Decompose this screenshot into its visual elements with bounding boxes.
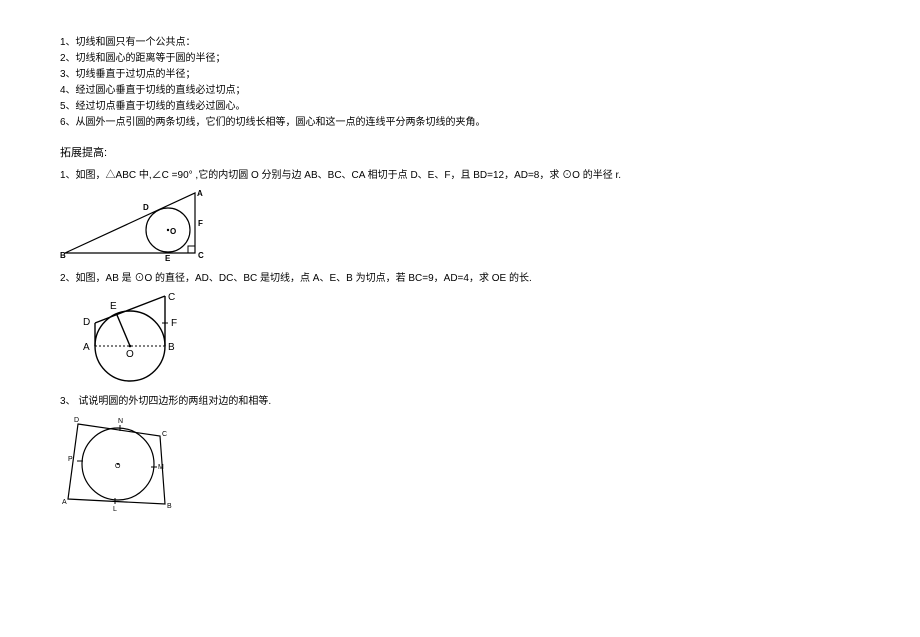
label-B: B	[168, 342, 175, 353]
property-item: 6、从圆外一点引圆的两条切线，它们的切线长相等，圆心和这一点的连线平分两条切线的…	[60, 115, 920, 131]
label-F: F	[198, 219, 203, 228]
property-item: 3、切线垂直于过切点的半径；	[60, 67, 920, 83]
label-A: A	[197, 189, 203, 198]
label-B: B	[167, 503, 172, 510]
label-O: O	[170, 227, 176, 236]
label-B: B	[60, 251, 66, 260]
label-D: D	[83, 317, 90, 328]
label-A: A	[62, 499, 67, 506]
problem-2: 2、如图，AB 是 ⊙O 的直径，AD、DC、BC 是切线，点 A、E、B 为切…	[60, 271, 920, 386]
label-O: O	[115, 463, 121, 470]
label-D: D	[74, 417, 79, 424]
problem-3: 3、 试说明圆的外切四边形的两组对边的和相等. D C B A N M L P …	[60, 394, 920, 514]
problem-1-text: 1、如图，△ABC 中,∠C =90° ,它的内切圆 O 分别与边 AB、BC、…	[60, 168, 920, 184]
property-item: 5、经过切点垂直于切线的直线必过圆心。	[60, 99, 920, 115]
label-P: P	[68, 456, 73, 463]
problem-3-text: 3、 试说明圆的外切四边形的两组对边的和相等.	[60, 394, 920, 410]
label-M: M	[158, 464, 164, 471]
problem-3-figure: D C B A N M L P O	[60, 414, 920, 514]
problem-2-figure: A B C D E F O	[60, 291, 920, 386]
problem-1: 1、如图，△ABC 中,∠C =90° ,它的内切圆 O 分别与边 AB、BC、…	[60, 168, 920, 263]
property-item: 2、切线和圆心的距离等于圆的半径；	[60, 51, 920, 67]
label-C: C	[168, 292, 175, 303]
problem-2-text: 2、如图，AB 是 ⊙O 的直径，AD、DC、BC 是切线，点 A、E、B 为切…	[60, 271, 920, 287]
section-title: 拓展提高:	[60, 145, 920, 163]
tangent-properties-list: 1、切线和圆只有一个公共点： 2、切线和圆心的距离等于圆的半径； 3、切线垂直于…	[60, 35, 920, 131]
label-A: A	[83, 342, 90, 353]
problem-1-figure: A B C D E F O	[60, 188, 920, 263]
label-D: D	[143, 203, 149, 212]
property-item: 1、切线和圆只有一个公共点：	[60, 35, 920, 51]
label-E: E	[165, 254, 171, 263]
label-C: C	[162, 431, 167, 438]
label-C: C	[198, 251, 204, 260]
label-F: F	[171, 318, 177, 329]
label-N: N	[118, 418, 123, 425]
label-O: O	[126, 349, 134, 360]
label-L: L	[113, 506, 117, 513]
property-item: 4、经过圆心垂直于切线的直线必过切点；	[60, 83, 920, 99]
label-E: E	[110, 301, 117, 312]
